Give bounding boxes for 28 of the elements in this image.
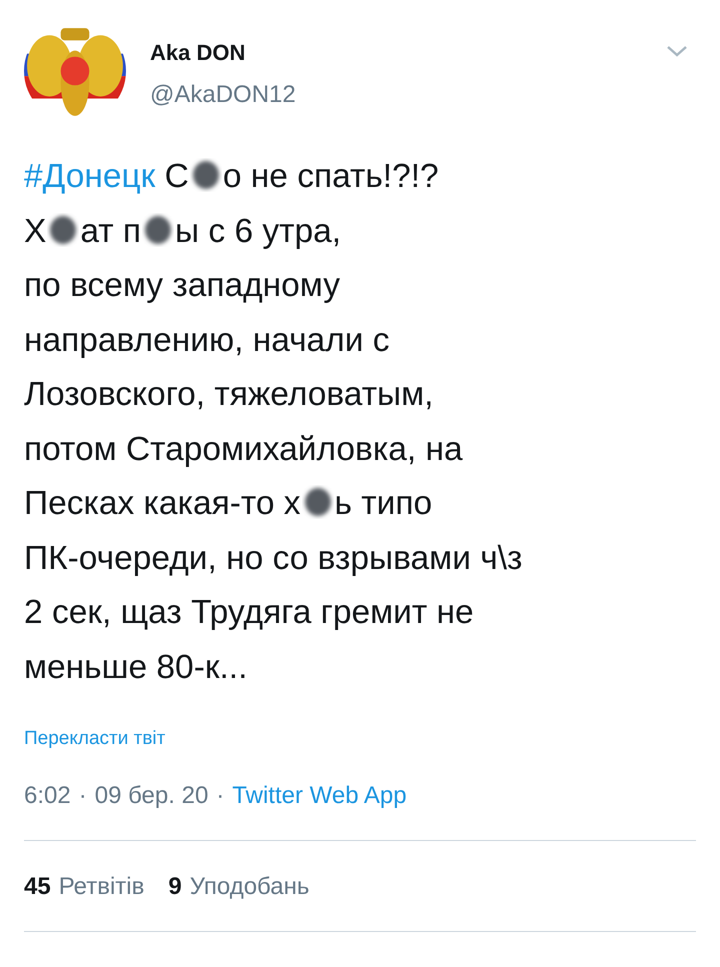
tweet-text: о не спать!?!? (222, 158, 439, 195)
translate-link[interactable]: Перекласти твіт (24, 728, 166, 749)
stat-count[interactable]: 9 (168, 872, 182, 900)
tweet-text: ПК-очереди, но со взрывами ч\з (24, 540, 522, 576)
tweet-text: ь типо (334, 485, 432, 522)
hashtag-link[interactable]: #Донецк (24, 158, 156, 195)
tweet-text: по всему западному (24, 267, 340, 304)
tweet-time: 6:02 (24, 780, 71, 810)
chevron-down-icon[interactable] (666, 44, 688, 58)
tweet-text: потом Старомихайловка, на (24, 430, 463, 468)
tweet-date: 09 бер. 20 (94, 780, 208, 810)
tweet-text: направлению, начали с (24, 322, 390, 358)
author-handle[interactable]: @AkaDON12 (150, 77, 666, 113)
tweet-text: ы с 6 утра, (175, 212, 342, 250)
stat-count[interactable]: 45 (24, 872, 51, 900)
tweet-text: С (164, 158, 189, 195)
separator-dot: · (78, 780, 87, 810)
tweet-text: Х (24, 212, 46, 250)
stat-label[interactable]: Уподобань (190, 872, 310, 900)
stat-label[interactable]: Ретвітів (58, 872, 144, 900)
source-link[interactable]: Twitter Web App (232, 778, 407, 814)
tweet-text: 2 сек, щаз Трудяга гремит не (24, 594, 474, 631)
tweet-text: ат п (80, 212, 142, 250)
author-name[interactable]: Aka DON (150, 36, 666, 69)
separator-dot: · (216, 780, 224, 810)
tweet-text: Песках какая-то х (24, 485, 301, 522)
tweet-text: Лозовского, тяжеловатым, (24, 376, 434, 413)
tweet-text: меньше 80-к... (24, 648, 248, 686)
